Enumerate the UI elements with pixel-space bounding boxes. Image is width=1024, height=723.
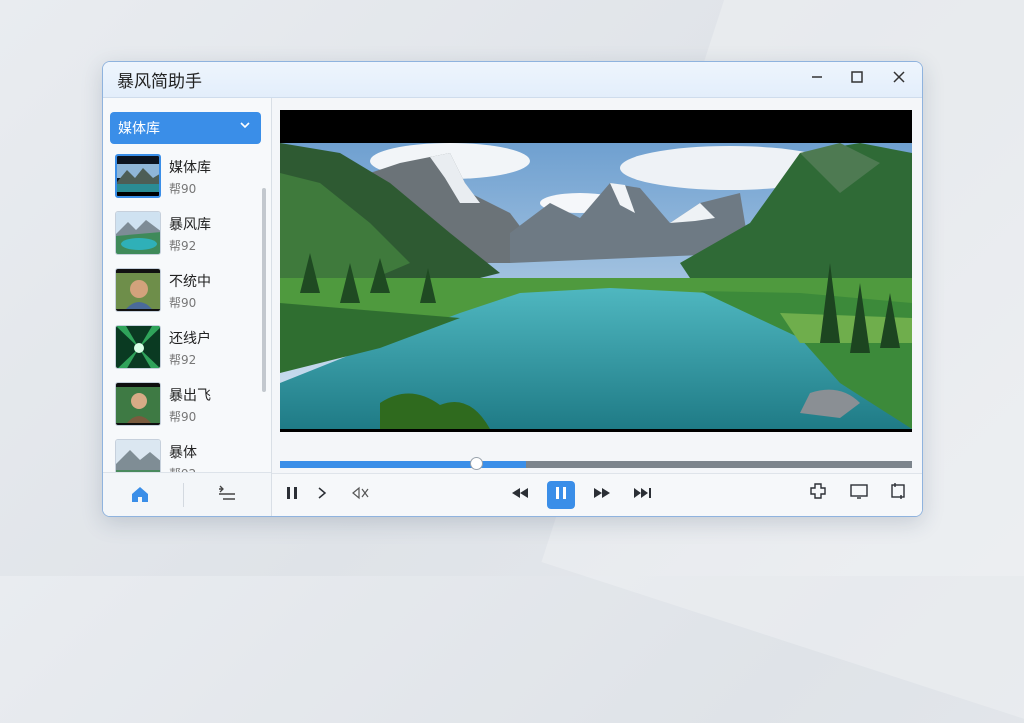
pause-icon [287, 487, 297, 499]
rewind-button[interactable] [505, 480, 535, 510]
list-item-0[interactable]: 媒体库 帮90 [115, 154, 255, 204]
item-sub: 帮92 [169, 239, 197, 253]
plugin-button[interactable] [803, 480, 833, 510]
sidebar: 媒体库 媒体库 帮90 暴风库 帮92 不统中 帮90 还线户 帮92 暴出飞 … [103, 98, 272, 516]
thumb-person-smiling [115, 268, 161, 312]
control-bar [272, 473, 922, 516]
crop-button[interactable] [883, 480, 913, 510]
rewind-icon [512, 488, 528, 498]
thumb-green-tunnel [115, 325, 161, 369]
play-pause-button[interactable] [547, 481, 575, 509]
item-name: 暴出飞 [169, 388, 211, 404]
video-frame-landscape [280, 143, 912, 429]
list-view-button[interactable] [216, 483, 238, 509]
audio-icon [352, 486, 369, 500]
played-bar [280, 461, 476, 468]
item-sub: 帮90 [169, 182, 197, 196]
list-item-3[interactable]: 还线户 帮92 [115, 325, 255, 375]
seek-handle[interactable] [469, 457, 483, 470]
sidebar-footer [103, 472, 271, 516]
pause-small-button[interactable] [277, 480, 307, 510]
skip-end-icon [634, 488, 651, 498]
chevron-down-icon [239, 119, 251, 135]
library-dropdown[interactable]: 媒体库 [110, 112, 261, 144]
window-title: 暴风简助手 [117, 72, 202, 92]
home-icon [132, 487, 148, 502]
thumb-person-outdoor [115, 382, 161, 426]
item-name: 暴体 [169, 445, 197, 461]
title-bar[interactable]: 暴风简助手 [103, 62, 922, 98]
app-window: 暴风简助手 媒体库 媒体库 帮90 暴风库 帮92 不统中 帮90 还线户 帮9… [102, 61, 923, 517]
thumb-glacier-lake [115, 211, 161, 255]
skip-end-button[interactable] [628, 480, 658, 510]
plugin-icon [810, 483, 826, 499]
fast-forward-icon [594, 488, 610, 498]
list-item-4[interactable]: 暴出飞 帮90 [115, 382, 255, 432]
maximize-icon [851, 71, 863, 83]
item-name: 不统中 [169, 274, 211, 290]
screen-icon [850, 484, 868, 499]
crop-icon [891, 483, 905, 499]
library-dropdown-label: 媒体库 [118, 121, 160, 137]
sidebar-scrollbar[interactable] [262, 188, 266, 392]
item-sub: 帮90 [169, 296, 197, 310]
audio-button[interactable] [346, 480, 376, 510]
list-item-5[interactable]: 暴体 帮92 [115, 439, 255, 473]
maximize-button[interactable] [845, 68, 869, 90]
minimize-button[interactable] [805, 68, 829, 90]
buffered-bar [475, 461, 527, 468]
screen-button[interactable] [844, 480, 874, 510]
item-name: 媒体库 [169, 160, 211, 176]
list-item-1[interactable]: 暴风库 帮92 [115, 211, 255, 261]
media-list: 媒体库 帮90 暴风库 帮92 不统中 帮90 还线户 帮92 暴出飞 帮90 … [103, 150, 263, 473]
item-name: 暴风库 [169, 217, 211, 233]
video-viewport[interactable] [280, 110, 912, 432]
close-button[interactable] [887, 68, 911, 90]
thumb-mountain [115, 439, 161, 473]
item-sub: 帮92 [169, 353, 197, 367]
next-button[interactable] [307, 480, 337, 510]
thumb-mountain-lake [115, 154, 161, 198]
player-area [272, 98, 922, 516]
close-icon [893, 71, 905, 83]
home-button[interactable] [129, 483, 151, 509]
footer-divider [183, 483, 184, 507]
pause-icon [556, 487, 566, 499]
list-icon [219, 485, 235, 500]
fast-forward-button[interactable] [587, 480, 617, 510]
next-icon [318, 487, 327, 499]
seek-bar[interactable] [280, 457, 912, 470]
item-sub: 帮90 [169, 410, 197, 424]
item-name: 还线户 [169, 331, 211, 347]
list-item-2[interactable]: 不统中 帮90 [115, 268, 255, 318]
minimize-icon [812, 76, 822, 78]
